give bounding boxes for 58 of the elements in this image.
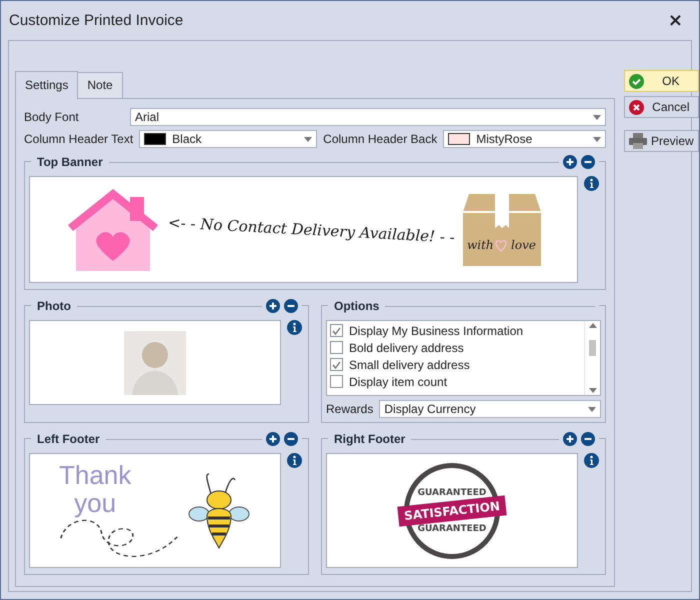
seal-text: GUARANTEED: [418, 488, 486, 498]
checkbox[interactable]: [330, 324, 343, 337]
info-icon[interactable]: [584, 176, 599, 191]
check-icon: [629, 74, 644, 88]
add-icon[interactable]: [563, 155, 577, 169]
cancel-button[interactable]: Cancel: [624, 96, 699, 118]
checkbox[interactable]: [330, 341, 343, 354]
tab[interactable]: Note: [77, 72, 123, 98]
body-font-dropdown[interactable]: Arial: [130, 108, 606, 126]
color-dropdown[interactable]: MistyRose: [443, 130, 606, 148]
group-title: Options: [333, 299, 380, 313]
printer-icon: [629, 133, 647, 149]
scroll-down-icon[interactable]: [588, 388, 596, 393]
field-label: Rewards: [326, 402, 374, 416]
checkbox[interactable]: [330, 358, 343, 371]
close-button[interactable]: ×: [664, 10, 687, 31]
option-item[interactable]: Small delivery address: [330, 357, 581, 372]
option-item[interactable]: Display My Business Information: [330, 323, 581, 338]
add-icon[interactable]: [266, 299, 280, 313]
color-dropdown[interactable]: Black: [139, 130, 318, 148]
info-icon[interactable]: [287, 320, 302, 335]
dropdown-caret-icon: [588, 406, 596, 412]
dropdown-caret-icon: [593, 114, 601, 120]
field-label: Column Header Text: [24, 132, 134, 146]
option-item[interactable]: Display item count: [330, 374, 581, 389]
group-title: Top Banner: [36, 155, 104, 169]
checkbox[interactable]: [330, 375, 343, 388]
field-label: Column Header Back: [323, 132, 438, 146]
banner-text: <- - No Contact Delivery Available! - -: [168, 213, 456, 246]
scrollbar[interactable]: [584, 321, 600, 395]
tab[interactable]: Settings: [15, 71, 78, 99]
thank-you-text: Thank you: [59, 460, 132, 516]
box-text: with: [466, 238, 494, 252]
window-title: Customize Printed Invoice: [9, 12, 184, 29]
remove-icon[interactable]: [581, 155, 595, 169]
group-title: Left Footer: [36, 432, 101, 446]
box-text: love: [510, 238, 536, 252]
close-icon: [629, 100, 644, 114]
info-icon[interactable]: [287, 453, 302, 468]
rewards-dropdown[interactable]: Display Currency: [379, 400, 601, 418]
preview-button[interactable]: Preview: [624, 130, 699, 152]
option-item[interactable]: Bold delivery address: [330, 340, 581, 355]
group-title: Right Footer: [333, 432, 406, 446]
scroll-up-icon[interactable]: [588, 323, 596, 328]
dropdown-caret-icon: [593, 136, 601, 142]
info-icon[interactable]: [584, 453, 599, 468]
scroll-thumb[interactable]: [589, 340, 596, 356]
seal-text: GUARANTEED: [418, 524, 486, 534]
photo-placeholder: [124, 330, 186, 394]
ok-button[interactable]: OK: [624, 70, 699, 92]
field-label: Body Font: [24, 110, 80, 124]
add-icon[interactable]: [563, 432, 577, 446]
remove-icon[interactable]: [284, 432, 298, 446]
remove-icon[interactable]: [581, 432, 595, 446]
group-title: Photo: [36, 299, 72, 313]
add-icon[interactable]: [266, 432, 280, 446]
remove-icon[interactable]: [284, 299, 298, 313]
dropdown-caret-icon: [304, 136, 312, 142]
